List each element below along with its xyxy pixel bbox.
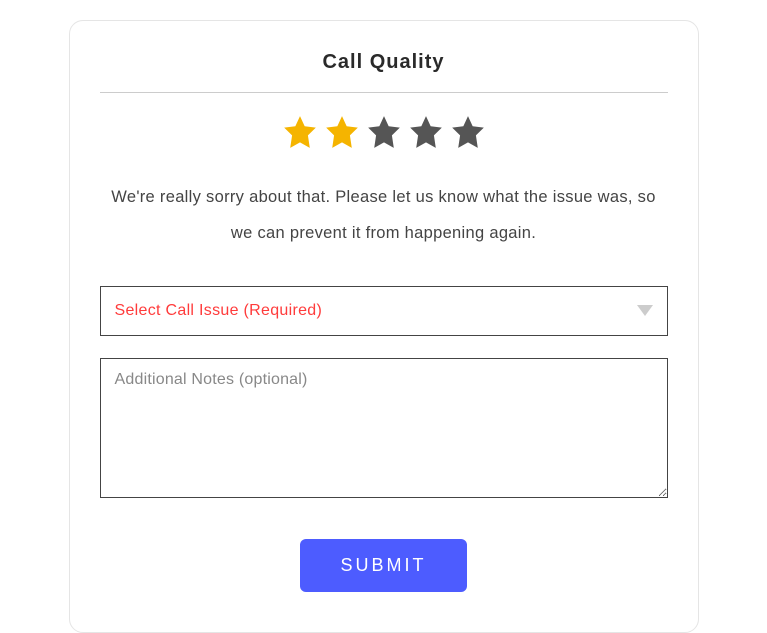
call-issue-placeholder: Select Call Issue (Required)	[115, 302, 323, 320]
divider	[100, 92, 668, 93]
call-quality-card: Call Quality We're really sorry about th…	[69, 20, 699, 633]
star-icon[interactable]	[365, 113, 403, 151]
star-rating	[100, 113, 668, 151]
star-icon[interactable]	[281, 113, 319, 151]
chevron-down-icon	[637, 305, 653, 316]
star-icon[interactable]	[449, 113, 487, 151]
apology-text: We're really sorry about that. Please le…	[100, 179, 668, 252]
submit-row: SUBMIT	[100, 539, 668, 592]
star-icon[interactable]	[407, 113, 445, 151]
additional-notes-textarea[interactable]	[100, 358, 668, 498]
star-icon[interactable]	[323, 113, 361, 151]
call-issue-select[interactable]: Select Call Issue (Required)	[100, 286, 668, 336]
card-title: Call Quality	[100, 51, 668, 92]
submit-button[interactable]: SUBMIT	[300, 539, 466, 592]
